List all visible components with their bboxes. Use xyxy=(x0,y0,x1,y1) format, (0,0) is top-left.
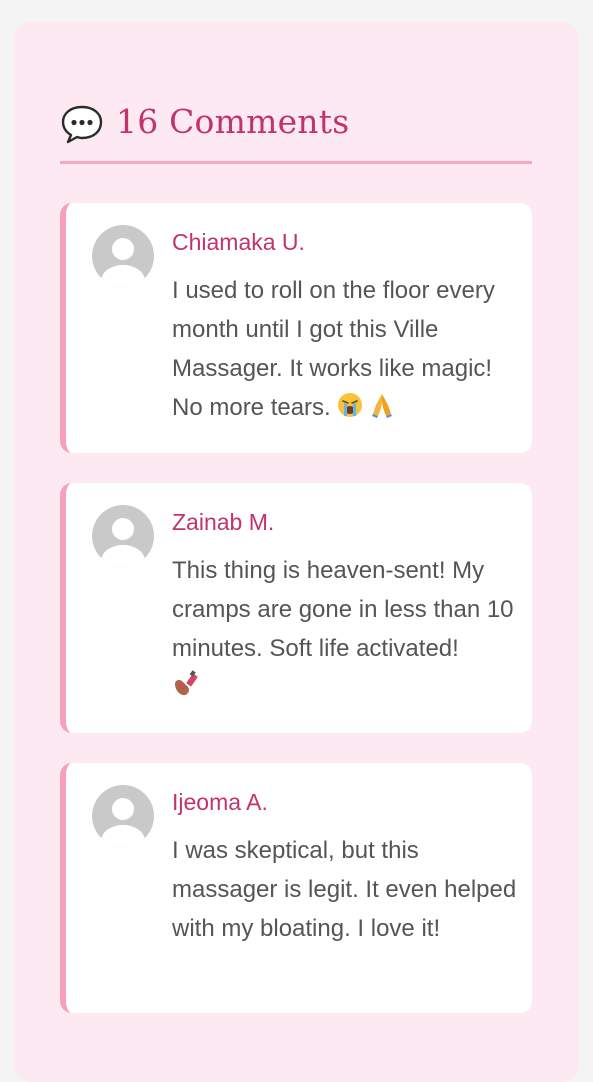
comment-author: Ijeoma A. xyxy=(172,789,268,815)
comment-body: I used to roll on the floor every month … xyxy=(172,277,495,421)
avatar-placeholder-icon xyxy=(92,505,154,567)
comments-header: 16 Comments xyxy=(60,100,532,164)
avatar-placeholder-icon xyxy=(92,225,154,287)
comment-body: I was skeptical, but this massager is le… xyxy=(172,837,517,942)
comment-card: Ijeoma A. I was skeptical, but this mass… xyxy=(60,763,532,1013)
comment-text: This thing is heaven-sent! My cramps are… xyxy=(172,551,520,707)
comment-text: I used to roll on the floor every month … xyxy=(172,271,520,427)
comment-text: I was skeptical, but this massager is le… xyxy=(172,831,520,948)
comment-author: Zainab M. xyxy=(172,509,275,535)
speech-bubble-icon xyxy=(61,105,103,144)
comments-count-title: 16 Comments xyxy=(116,102,350,141)
comment-card: Zainab M. This thing is heaven-sent! My … xyxy=(60,483,532,733)
comment-author: Chiamaka U. xyxy=(172,229,305,255)
folded-hands-emoji xyxy=(372,394,393,418)
nail-polish-emoji xyxy=(175,670,198,696)
avatar-placeholder-icon xyxy=(92,785,154,847)
comment-card: Chiamaka U. I used to roll on the floor … xyxy=(60,203,532,453)
comment-body: This thing is heaven-sent! My cramps are… xyxy=(172,557,514,662)
loudly-crying-face-emoji xyxy=(338,393,363,417)
